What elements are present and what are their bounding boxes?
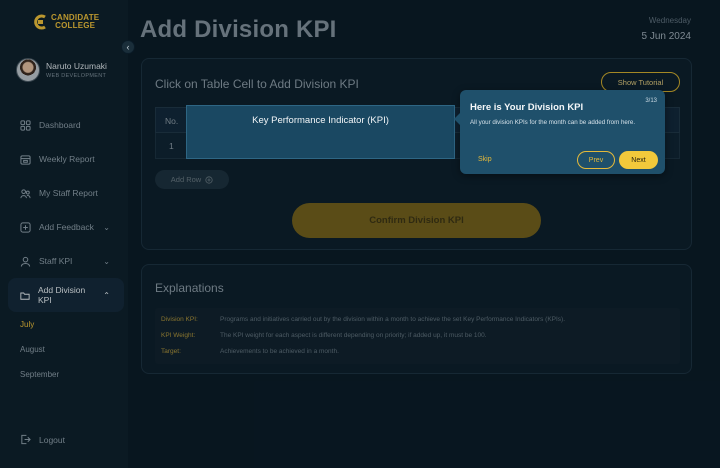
list-item: Target: Achievements to be achieved in a… bbox=[161, 348, 339, 355]
date-day: Wednesday bbox=[648, 16, 691, 25]
sidebar-item-label: Add Feedback bbox=[39, 222, 94, 232]
sidebar-item-label: Dashboard bbox=[39, 120, 81, 130]
explanation-desc: The KPI weight for each aspect is differ… bbox=[220, 332, 487, 339]
sidebar-item-add-division-kpi[interactable]: Add Division KPI ⌃ bbox=[8, 278, 124, 312]
date-display: Wednesday 5 Jun 2024 bbox=[642, 16, 692, 42]
logout-icon bbox=[21, 434, 31, 445]
tour-title: Here is Your Division KPI bbox=[470, 102, 584, 113]
sidebar-subitem-september[interactable]: September bbox=[0, 362, 128, 387]
explanation-term: KPI Weight: bbox=[161, 332, 196, 339]
tour-tooltip: 3/13 Here is Your Division KPI All your … bbox=[454, 90, 665, 174]
brand-logo-icon bbox=[34, 14, 46, 30]
chevron-up-icon: ⌃ bbox=[103, 290, 110, 300]
explanations-title: Explanations bbox=[155, 281, 224, 295]
sidebar-item-my-staff-report[interactable]: My Staff Report bbox=[0, 176, 128, 210]
chevron-down-icon: ⌄ bbox=[103, 222, 110, 232]
sidebar-item-label: Add Division KPI bbox=[37, 285, 86, 305]
sidebar-item-label: My Staff Report bbox=[39, 188, 98, 198]
user-name: Naruto Uzumaki bbox=[46, 61, 107, 71]
logout-button[interactable]: Logout bbox=[20, 434, 65, 445]
user-profile[interactable]: Naruto Uzumaki WEB DEVELOPMENT bbox=[16, 58, 107, 82]
column-header-kpi: Key Performance Indicator (KPI) bbox=[252, 115, 389, 126]
user-role: WEB DEVELOPMENT bbox=[46, 73, 107, 79]
tour-step-counter: 3/13 bbox=[645, 98, 657, 104]
brand-name: CANDIDATE COLLEGE bbox=[51, 14, 99, 30]
confirm-division-kpi-button[interactable]: Confirm Division KPI bbox=[292, 203, 541, 238]
date-value: 5 Jun 2024 bbox=[641, 31, 692, 42]
folder-icon bbox=[20, 292, 30, 300]
plus-square-icon bbox=[20, 221, 31, 233]
explanations-card: Explanations Division KPI: Programs and … bbox=[141, 264, 692, 374]
grid-icon bbox=[20, 119, 31, 131]
explanation-desc: Programs and initiatives carried out by … bbox=[220, 316, 566, 323]
tour-highlight-kpi-column[interactable]: Key Performance Indicator (KPI) bbox=[186, 105, 455, 159]
logout-label: Logout bbox=[39, 434, 65, 445]
explanation-term: Division KPI: bbox=[161, 316, 198, 323]
list-item: Division KPI: Programs and initiatives c… bbox=[161, 316, 565, 323]
show-tutorial-button[interactable]: Show Tutorial bbox=[601, 72, 680, 92]
page-title: Add Division KPI bbox=[140, 16, 337, 43]
sidebar-item-add-feedback[interactable]: Add Feedback ⌄ bbox=[0, 210, 128, 244]
sidebar-item-dashboard[interactable]: Dashboard bbox=[0, 108, 128, 142]
add-row-button[interactable]: Add Row bbox=[155, 170, 229, 189]
users-icon bbox=[20, 188, 31, 198]
sidebar-collapse-button[interactable]: ‹ bbox=[121, 40, 135, 54]
tour-skip-button[interactable]: Skip bbox=[478, 156, 492, 163]
plus-circle-icon bbox=[205, 175, 213, 184]
sidebar-subitem-july[interactable]: July bbox=[0, 312, 128, 337]
sidebar-subitem-august[interactable]: August bbox=[0, 337, 128, 362]
sidebar-item-weekly-report[interactable]: Weekly Report bbox=[0, 142, 128, 176]
row-number: 1 bbox=[169, 141, 174, 151]
tour-body: All your division KPIs for the month can… bbox=[470, 119, 636, 126]
kpi-card-title: Click on Table Cell to Add Division KPI bbox=[155, 77, 359, 91]
sidebar: CANDIDATE COLLEGE Naruto Uzumaki WEB DEV… bbox=[0, 0, 128, 468]
add-row-label: Add Row bbox=[170, 175, 202, 184]
sidebar-item-staff-kpi[interactable]: Staff KPI ⌄ bbox=[0, 244, 128, 278]
user-icon bbox=[20, 256, 31, 267]
column-header-no: No. bbox=[165, 116, 179, 126]
tour-prev-button[interactable]: Prev bbox=[577, 151, 615, 169]
chevron-left-icon: ‹ bbox=[126, 42, 130, 52]
brand-logo[interactable]: CANDIDATE COLLEGE bbox=[32, 13, 99, 31]
explanation-term: Target: bbox=[161, 348, 181, 355]
chevron-down-icon: ⌄ bbox=[103, 256, 110, 266]
calendar-icon bbox=[20, 154, 31, 165]
sidebar-item-label: Weekly Report bbox=[39, 154, 95, 164]
tour-next-button[interactable]: Next bbox=[619, 151, 658, 169]
explanations-list: Division KPI: Programs and initiatives c… bbox=[155, 308, 680, 364]
sidebar-item-label: Staff KPI bbox=[39, 256, 73, 266]
sidebar-nav: Dashboard Weekly Report My Staff Report … bbox=[0, 108, 128, 387]
list-item: KPI Weight: The KPI weight for each aspe… bbox=[161, 332, 487, 339]
explanation-desc: Achievements to be achieved in a month. bbox=[220, 348, 339, 355]
brand-line-2: COLLEGE bbox=[55, 21, 96, 30]
avatar bbox=[16, 58, 40, 82]
